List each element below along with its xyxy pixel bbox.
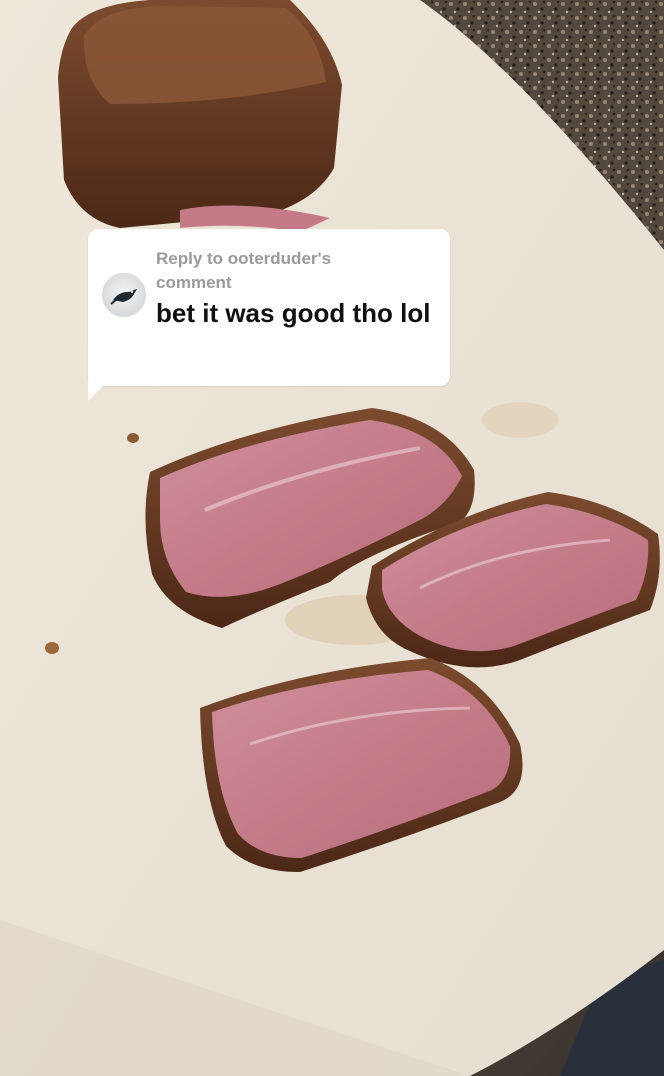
reply-to-label: Reply to ooterduder's comment (156, 249, 332, 292)
bird-avatar-icon (110, 289, 137, 305)
commenter-avatar (102, 273, 146, 317)
comment-reply-sticker[interactable]: Reply to ooterduder's comment bet it was… (88, 229, 450, 401)
steak-photo (0, 0, 664, 1076)
video-frame: Reply to ooterduder's comment bet it was… (0, 0, 664, 1076)
sticker-tail (88, 379, 110, 401)
comment-text: bet it was good tho lol (156, 298, 431, 328)
